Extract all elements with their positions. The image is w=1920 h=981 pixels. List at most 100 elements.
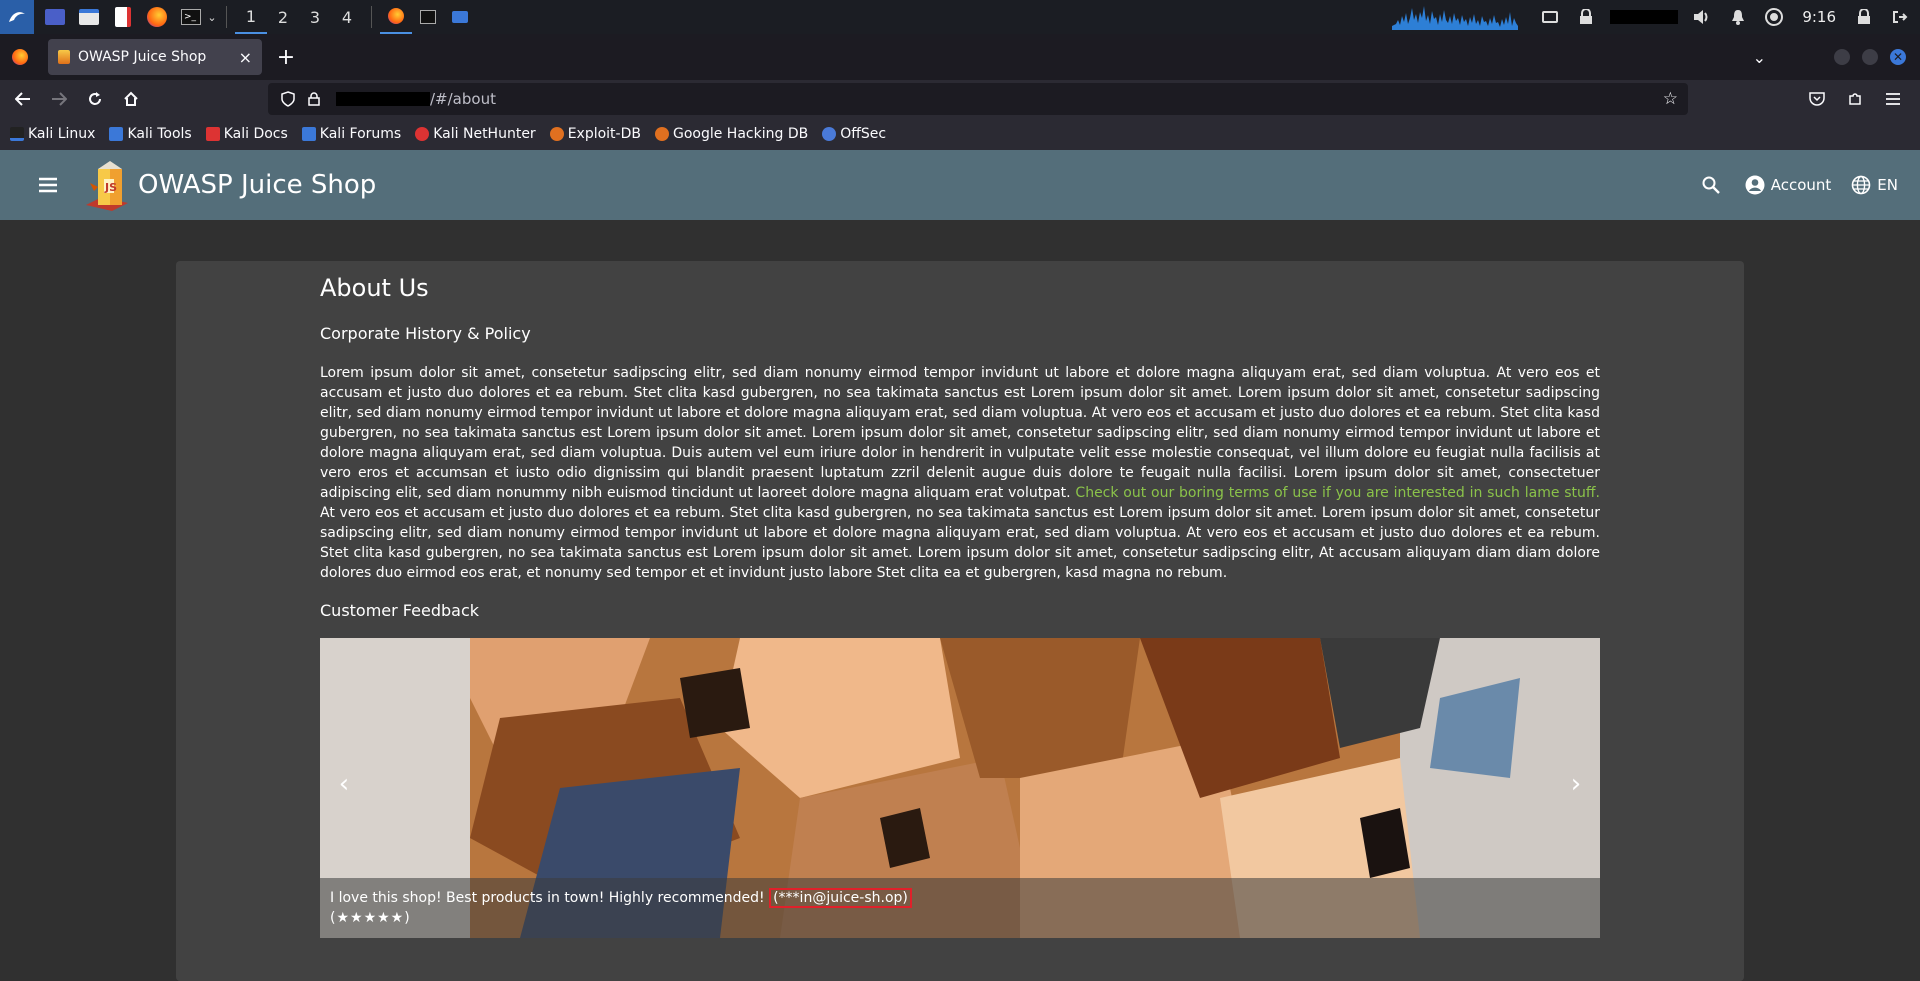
cpu-graph bbox=[1392, 6, 1519, 30]
svg-text:JS: JS bbox=[104, 181, 117, 194]
desktop-icon[interactable] bbox=[42, 4, 68, 30]
bookmark-offsec[interactable]: OffSec bbox=[822, 126, 886, 142]
close-tab-icon[interactable]: × bbox=[239, 48, 252, 67]
history-paragraph: Lorem ipsum dolor sit amet, consetetur s… bbox=[320, 363, 1600, 583]
lock-screen-icon[interactable] bbox=[1852, 5, 1876, 29]
workspace-2[interactable]: 2 bbox=[267, 0, 299, 34]
history-heading: Corporate History & Policy bbox=[320, 324, 531, 343]
redacted-network-label bbox=[1610, 10, 1679, 24]
offsec-icon bbox=[822, 127, 837, 141]
bookmark-label: Kali Forums bbox=[319, 126, 402, 142]
firefox-icon[interactable] bbox=[144, 4, 170, 30]
bookmark-label: Kali Docs bbox=[223, 126, 288, 142]
taskbar-screenshot-window[interactable] bbox=[444, 0, 476, 34]
search-icon[interactable] bbox=[1691, 165, 1731, 205]
bookmark-label: Google Hacking DB bbox=[672, 126, 809, 142]
taskbar-terminal-window[interactable] bbox=[412, 0, 444, 34]
reload-button[interactable] bbox=[78, 84, 112, 114]
menu-icon[interactable] bbox=[1876, 84, 1910, 114]
account-button[interactable]: Account bbox=[1745, 175, 1832, 195]
carousel-prev-button[interactable]: ‹ bbox=[328, 768, 360, 800]
home-button[interactable] bbox=[114, 84, 148, 114]
juice-shop-logo[interactable]: JS bbox=[82, 157, 134, 213]
vpn-lock-icon[interactable] bbox=[1574, 5, 1598, 29]
bookmark-kali-nethunter[interactable]: Kali NetHunter bbox=[415, 126, 536, 142]
workspace-1[interactable]: 1 bbox=[235, 0, 267, 34]
chevron-down-icon[interactable]: ⌄ bbox=[206, 4, 218, 30]
redacted-host bbox=[336, 92, 430, 106]
volume-icon[interactable] bbox=[1690, 5, 1714, 29]
shield-icon[interactable] bbox=[278, 89, 298, 109]
list-all-tabs-icon[interactable]: ⌄ bbox=[1753, 48, 1766, 67]
kali-tools-icon bbox=[109, 127, 124, 141]
bookmark-kali-linux[interactable]: Kali Linux bbox=[10, 126, 95, 142]
app-toolbar: JS OWASP Juice Shop Account EN bbox=[0, 150, 1920, 220]
power-icon[interactable] bbox=[1762, 5, 1786, 29]
tab-title: OWASP Juice Shop bbox=[78, 49, 207, 65]
page-title: About Us bbox=[320, 274, 429, 302]
ghdb-icon bbox=[654, 127, 669, 141]
feedback-heading: Customer Feedback bbox=[320, 601, 479, 620]
tab-juice-shop[interactable]: OWASP Juice Shop × bbox=[48, 39, 262, 75]
os-taskbar: >_ ⌄ 1 2 3 4 9:16 bbox=[0, 0, 1920, 34]
kali-menu-icon[interactable] bbox=[0, 0, 34, 34]
file-manager-icon[interactable] bbox=[76, 4, 102, 30]
bookmark-label: Kali Linux bbox=[28, 126, 96, 142]
lock-icon[interactable] bbox=[304, 89, 324, 109]
bookmarks-bar: Kali Linux Kali Tools Kali Docs Kali For… bbox=[0, 118, 1920, 150]
text-editor-icon[interactable] bbox=[110, 4, 136, 30]
kali-dragon-icon bbox=[10, 127, 24, 141]
workspace-4[interactable]: 4 bbox=[331, 0, 363, 34]
sidenav-menu-button[interactable] bbox=[24, 161, 72, 209]
bookmark-kali-docs[interactable]: Kali Docs bbox=[205, 126, 288, 142]
back-button[interactable] bbox=[6, 84, 40, 114]
maximize-window-button[interactable] bbox=[1862, 49, 1878, 65]
language-label: EN bbox=[1877, 176, 1898, 194]
clock: 9:16 bbox=[1802, 8, 1836, 26]
app-title[interactable]: OWASP Juice Shop bbox=[138, 170, 376, 200]
account-label: Account bbox=[1770, 176, 1832, 194]
new-tab-button[interactable]: + bbox=[268, 39, 304, 75]
bookmark-exploit-db[interactable]: Exploit-DB bbox=[549, 126, 641, 142]
bell-icon[interactable] bbox=[1726, 5, 1750, 29]
divider bbox=[226, 6, 227, 28]
bookmark-label: Kali NetHunter bbox=[433, 126, 536, 142]
extensions-icon[interactable] bbox=[1838, 84, 1872, 114]
browser-tab-strip: OWASP Juice Shop × + ⌄ ✕ bbox=[0, 34, 1920, 80]
minimize-window-button[interactable] bbox=[1834, 49, 1850, 65]
kali-forums-icon bbox=[301, 127, 316, 141]
close-window-button[interactable]: ✕ bbox=[1890, 49, 1906, 65]
firefox-view-icon[interactable] bbox=[0, 34, 40, 80]
language-button[interactable]: EN bbox=[1851, 175, 1898, 195]
nethunter-icon bbox=[415, 127, 430, 141]
taskbar-firefox-window[interactable] bbox=[380, 0, 412, 34]
terms-of-use-link[interactable]: Check out our boring terms of use if you… bbox=[1075, 485, 1600, 501]
exploit-db-icon bbox=[549, 127, 564, 141]
feedback-rating: (★★★★★) bbox=[330, 910, 411, 926]
history-text-1: Lorem ipsum dolor sit amet, consetetur s… bbox=[320, 365, 1600, 501]
workspace-3[interactable]: 3 bbox=[299, 0, 331, 34]
divider bbox=[371, 6, 372, 28]
url-path: /#/about bbox=[430, 90, 496, 108]
feedback-comment: I love this shop! Best products in town!… bbox=[330, 890, 770, 906]
logout-icon[interactable] bbox=[1888, 5, 1912, 29]
about-content: About Us Corporate History & Policy Lore… bbox=[320, 274, 1600, 938]
globe-icon bbox=[1851, 175, 1871, 195]
pocket-icon[interactable] bbox=[1800, 84, 1834, 114]
terminal-icon[interactable]: >_ bbox=[178, 4, 204, 30]
url-bar[interactable]: /#/about ☆ bbox=[268, 83, 1688, 115]
bookmark-label: Kali Tools bbox=[127, 126, 192, 142]
bookmark-label: Exploit-DB bbox=[567, 126, 641, 142]
bookmark-star-icon[interactable]: ☆ bbox=[1663, 89, 1678, 109]
feedback-carousel[interactable]: ‹ › I love this shop! Best products in t… bbox=[320, 638, 1600, 938]
bookmark-label: OffSec bbox=[840, 126, 887, 142]
browser-nav-bar: /#/about ☆ bbox=[0, 80, 1920, 118]
bookmark-kali-tools[interactable]: Kali Tools bbox=[109, 126, 192, 142]
display-icon[interactable] bbox=[1538, 5, 1562, 29]
forward-button[interactable] bbox=[42, 84, 76, 114]
feedback-caption: I love this shop! Best products in town!… bbox=[320, 878, 1600, 938]
bookmark-kali-forums[interactable]: Kali Forums bbox=[301, 126, 402, 142]
carousel-next-button[interactable]: › bbox=[1560, 768, 1592, 800]
kali-docs-icon bbox=[205, 127, 220, 141]
bookmark-google-hacking-db[interactable]: Google Hacking DB bbox=[654, 126, 809, 142]
